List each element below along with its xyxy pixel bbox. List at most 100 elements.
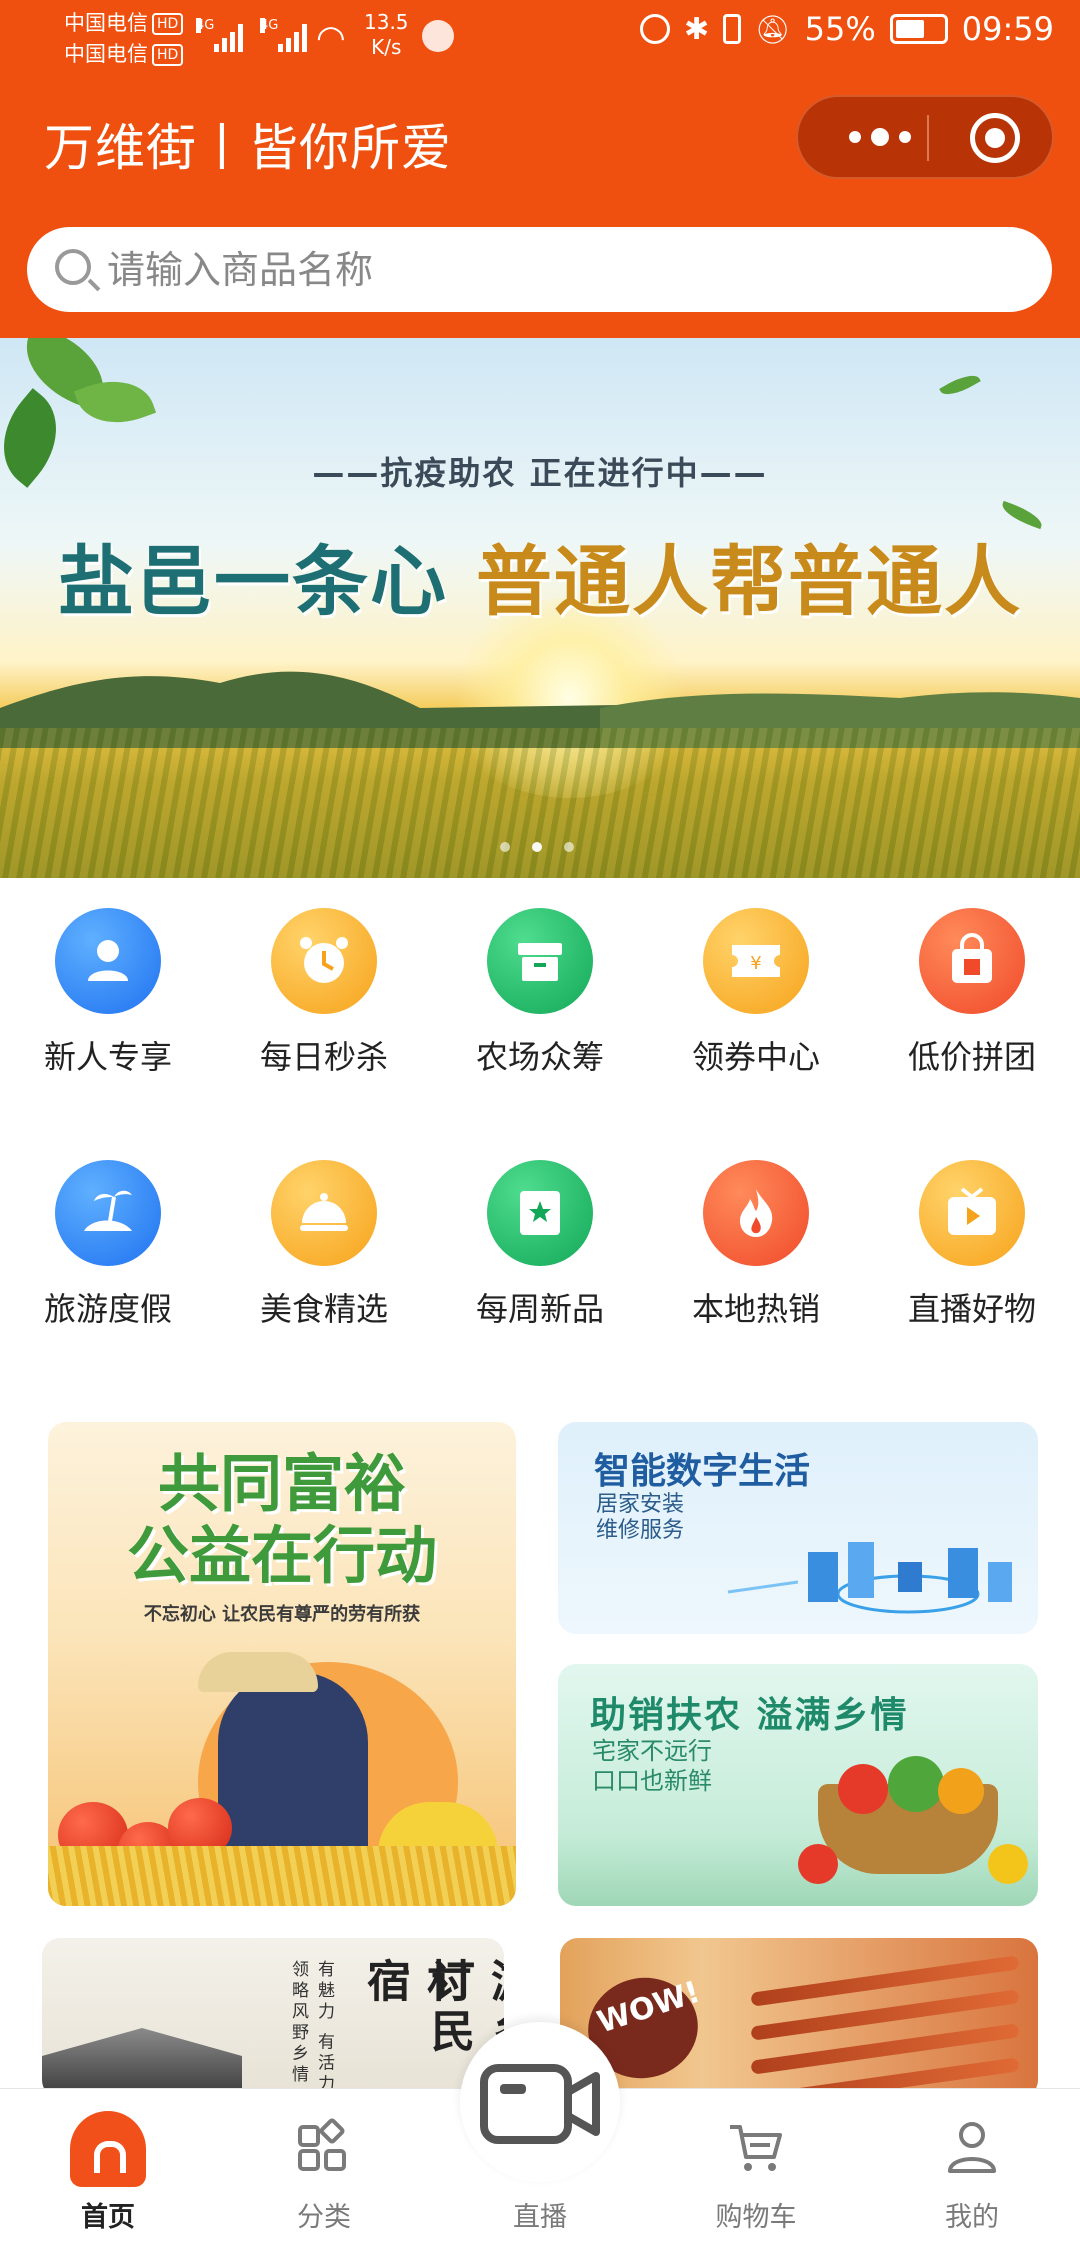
carrier-info: 中国电信 HD 中国电信 HD: [64, 8, 184, 70]
alarm-clock-icon: [271, 908, 377, 1014]
category-label: 旅游度假: [43, 1290, 172, 1328]
mute-bell-icon: 🔕︎: [755, 12, 791, 46]
app-header: 中国电信 HD 中国电信 HD 4G 4G ◠ 13.5 K/s ✱ 🔕︎ 55% …: [0, 0, 1080, 338]
category-label: 直播好物: [907, 1290, 1036, 1328]
digital-sub-line2: 维修服务: [596, 1518, 685, 1543]
cart-icon: [730, 2125, 782, 2171]
farm-sub-line1: 宅家不远行: [592, 1737, 712, 1765]
vegetable-illustration: [838, 1764, 888, 1814]
category-label: 低价拼团: [907, 1038, 1036, 1076]
promo-card-charity[interactable]: 共同富裕 公益在行动 不忘初心 让农民有尊严的劳有所获: [48, 1422, 516, 1906]
category-label: 领券中心: [691, 1038, 820, 1076]
miniprogram-capsule: [796, 95, 1054, 179]
category-label: 本地热销: [691, 1290, 820, 1328]
category-item[interactable]: 低价拼团: [864, 878, 1080, 1076]
bluetooth-icon: ✱: [683, 11, 710, 47]
vegetable-illustration: [798, 1844, 838, 1884]
category-item[interactable]: 新人专享: [0, 878, 216, 1076]
network-type-1: 4G: [196, 18, 215, 33]
banner-title-a: 盐邑一条心: [58, 537, 448, 626]
status-bar: 中国电信 HD 中国电信 HD 4G 4G ◠ 13.5 K/s ✱ 🔕︎ 55% …: [0, 0, 1080, 78]
search-bar[interactable]: [27, 227, 1052, 312]
speed-unit: K/s: [371, 35, 402, 59]
vegetable-illustration: [888, 1756, 944, 1812]
more-dots-icon[interactable]: [834, 97, 926, 177]
wheat-illustration: [48, 1846, 516, 1906]
promo-card-farm[interactable]: 助销扶农 溢满乡情 宅家不远行 口口也新鲜: [558, 1664, 1038, 1906]
search-input[interactable]: [107, 227, 1007, 312]
page-title: 万维街丨皆你所爱: [44, 119, 452, 177]
tab-label: 我的: [945, 2202, 999, 2233]
box-icon: [487, 908, 593, 1014]
category-item[interactable]: 直播好物: [864, 1130, 1080, 1328]
carrier-2: 中国电信: [64, 42, 148, 66]
live-camera-button[interactable]: [460, 2022, 620, 2182]
charity-title-line1: 共同富裕: [157, 1447, 406, 1520]
category-grid-icon: [298, 2118, 346, 2171]
category-label: 每日秒杀: [259, 1038, 388, 1076]
vegetable-illustration: [988, 1844, 1028, 1884]
category-item[interactable]: 美食精选: [216, 1130, 432, 1328]
promo-card-bbq[interactable]: WOW!: [560, 1938, 1038, 2098]
tab-label: 购物车: [715, 2202, 797, 2233]
promo-card-digital[interactable]: 智能数字生活 居家安装 维修服务: [558, 1422, 1038, 1634]
banner-field: [0, 728, 1080, 878]
tab-mine[interactable]: 我的: [864, 2089, 1080, 2244]
video-camera-icon: [480, 2064, 600, 2144]
category-label: 美食精选: [259, 1290, 388, 1328]
capsule-divider: [927, 115, 929, 161]
category-grid: 新人专享 每日秒杀 农场众筹 ¥ 领券中心 低价拼团 旅游度假 美食精选 每周新…: [0, 878, 1080, 1378]
battery-percent: 55%: [804, 10, 876, 48]
travel-small1: 有魅力 有活力: [314, 1960, 334, 2096]
svg-text:¥: ¥: [750, 953, 761, 974]
status-right: ✱ 🔕︎ 55% 09:59: [639, 10, 1054, 48]
promo-card-travel[interactable]: 游乡村 订民宿 有魅力 有活力 领略风野乡情: [42, 1938, 504, 2098]
banner-title: 盐邑一条心 普通人帮普通人: [0, 520, 1080, 630]
clock: 09:59: [961, 10, 1054, 48]
tab-label: 直播: [513, 2202, 567, 2233]
category-item[interactable]: 本地热销: [648, 1130, 864, 1328]
voice-record-icon: [422, 20, 454, 52]
tab-label: 首页: [81, 2202, 135, 2233]
hd-badge: HD: [152, 44, 184, 66]
profile-icon: [948, 2122, 996, 2173]
digital-sub-line1: 居家安装: [596, 1492, 685, 1517]
farm-sub-line2: 口口也新鲜: [592, 1767, 712, 1795]
tab-cart[interactable]: 购物车: [648, 2089, 864, 2244]
category-item[interactable]: ¥ 领券中心: [648, 878, 864, 1076]
vegetable-illustration: [938, 1768, 984, 1814]
bookmark-star-icon: [487, 1160, 593, 1266]
category-item[interactable]: 旅游度假: [0, 1130, 216, 1328]
home-icon: [70, 2111, 146, 2187]
alarm-icon: [639, 14, 670, 44]
carousel-dot[interactable]: [500, 842, 510, 852]
farm-subtitle: 宅家不远行 口口也新鲜: [592, 1736, 712, 1796]
category-label: 每周新品: [475, 1290, 604, 1328]
hero-banner[interactable]: ——抗疫助农 正在进行中—— 盐邑一条心 普通人帮普通人: [0, 338, 1080, 878]
network-speed: 13.5 K/s: [364, 10, 409, 60]
category-item[interactable]: 每周新品: [432, 1130, 648, 1328]
carousel-dot[interactable]: [532, 842, 542, 852]
category-label: 农场众筹: [475, 1038, 604, 1076]
charity-title-line2: 公益在行动: [126, 1519, 437, 1592]
category-item[interactable]: 每日秒杀: [216, 878, 432, 1076]
banner-subtitle: ——抗疫助农 正在进行中——: [312, 454, 768, 492]
search-icon: [55, 249, 91, 285]
vibrate-icon: [723, 14, 742, 44]
travel-small2: 领略风野乡情: [288, 1960, 308, 2086]
tab-category[interactable]: 分类: [216, 2089, 432, 2244]
leaf-decoration: [939, 368, 981, 402]
signal-icon: 4G: [196, 18, 243, 52]
charity-title: 共同富裕 公益在行动: [48, 1448, 516, 1592]
category-item[interactable]: 农场众筹: [432, 878, 648, 1076]
carrier-1: 中国电信: [64, 11, 148, 35]
shopping-bag-icon: [919, 908, 1025, 1014]
wifi-icon: ◠: [316, 18, 346, 58]
target-circle-icon[interactable]: [970, 113, 1020, 163]
carousel-dot[interactable]: [564, 842, 574, 852]
tab-home[interactable]: 首页: [0, 2089, 216, 2244]
fire-icon: [703, 1160, 809, 1266]
dish-cloche-icon: [271, 1160, 377, 1266]
category-label: 新人专享: [43, 1038, 172, 1076]
server-illustration: [727, 1542, 1012, 1614]
